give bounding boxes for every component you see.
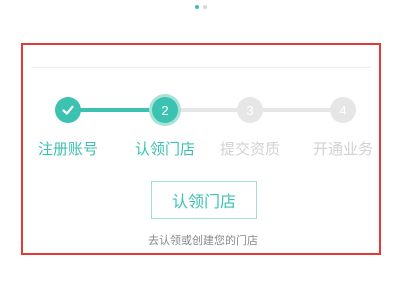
carousel-dot[interactable] xyxy=(203,5,207,9)
step-2: 2 认领门店 xyxy=(120,97,210,159)
page: 注册账号 2 认领门店 3 提交资质 4 开通业务 认领门店 去认领或创建您的门… xyxy=(0,0,400,300)
step-3: 3 提交资质 xyxy=(205,97,295,159)
step-1: 注册账号 xyxy=(23,97,113,159)
carousel-dot-active[interactable] xyxy=(195,5,199,9)
claim-store-button[interactable]: 认领门店 xyxy=(151,181,257,219)
claim-hint-text: 去认领或创建您的门店 xyxy=(148,234,258,247)
step-4-label: 开通业务 xyxy=(312,140,373,158)
step-4: 4 开通业务 xyxy=(298,97,388,159)
onboarding-card: 注册账号 2 认领门店 3 提交资质 4 开通业务 认领门店 去认领或创建您的门… xyxy=(21,43,381,255)
step-1-check-icon xyxy=(55,97,81,123)
carousel-indicator xyxy=(195,5,207,9)
divider xyxy=(31,67,371,68)
step-3-label: 提交资质 xyxy=(219,140,280,158)
progress-stepper: 注册账号 2 认领门店 3 提交资质 4 开通业务 xyxy=(23,97,383,167)
step-2-number: 2 xyxy=(152,97,178,123)
step-3-number: 3 xyxy=(237,97,263,123)
step-4-number: 4 xyxy=(330,97,356,123)
step-1-label: 注册账号 xyxy=(37,140,98,158)
step-2-label: 认领门店 xyxy=(134,140,195,158)
